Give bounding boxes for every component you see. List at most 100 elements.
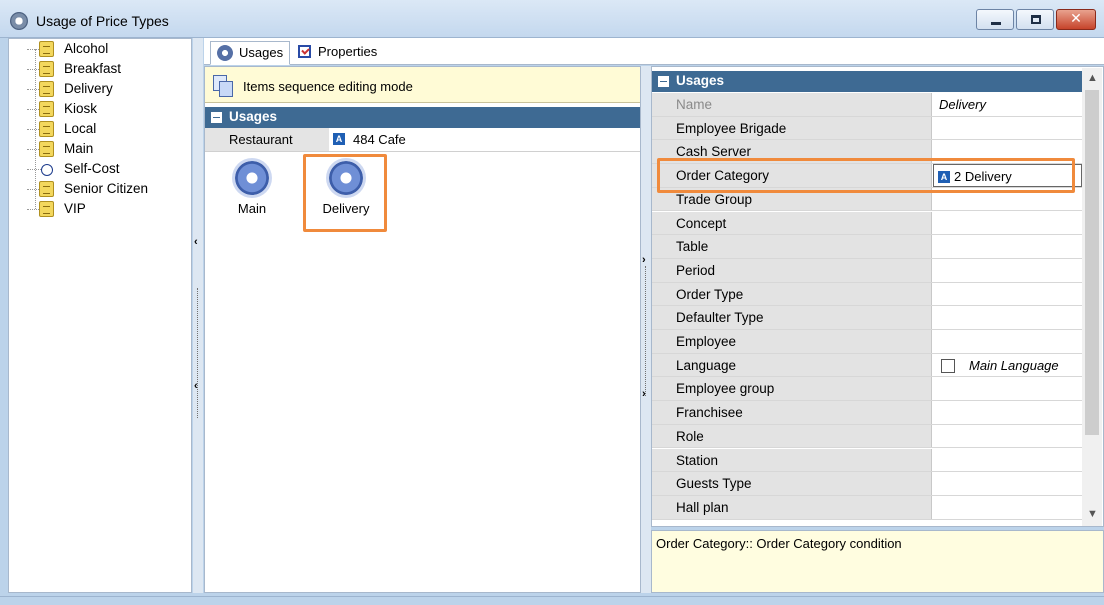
prop-row-table[interactable]: Table (652, 235, 1082, 259)
prop-row-language[interactable]: Language Main Language (652, 353, 1082, 378)
sequence-mode-text: Items sequence editing mode (243, 79, 413, 94)
prop-value[interactable] (933, 283, 1082, 306)
delivery-highlight (303, 154, 387, 232)
prop-name: Language (652, 353, 932, 377)
tree-item-vip[interactable]: VIP (9, 199, 189, 219)
property-grid[interactable]: Usages Name Delivery Employee Brigade Ca… (651, 66, 1104, 527)
prop-row-role[interactable]: Role (652, 424, 1082, 449)
tab-strip: Usages Properties (204, 38, 1104, 65)
prop-row-name[interactable]: Name Delivery (652, 93, 1082, 117)
prop-row-station[interactable]: Station (652, 448, 1082, 473)
prop-row-employee-brigade[interactable]: Employee Brigade (652, 116, 1082, 141)
prop-value[interactable] (933, 377, 1082, 400)
maximize-icon (1031, 15, 1041, 24)
tree-item-label: Breakfast (64, 61, 122, 76)
title-bar: Usage of Price Types ✕ (0, 0, 1104, 38)
prop-row-hall-plan[interactable]: Hall plan (652, 495, 1082, 520)
price-type-icon (39, 181, 54, 197)
tab-properties[interactable]: Properties (290, 41, 383, 65)
prop-value[interactable] (933, 117, 1082, 140)
prop-value[interactable] (933, 306, 1082, 329)
collapse-left-icon-2[interactable]: ‹ (194, 380, 198, 392)
prop-value[interactable] (933, 212, 1082, 235)
prop-value[interactable] (933, 449, 1082, 472)
prop-value[interactable] (933, 235, 1082, 258)
gear-icon (217, 45, 233, 61)
tree-item-label: Local (64, 121, 97, 136)
property-description: Order Category:: Order Category conditio… (651, 530, 1104, 593)
prop-name: Franchisee (652, 401, 932, 424)
property-grid-scrollbar[interactable]: ▲ ▼ (1082, 68, 1102, 526)
window-title: Usage of Price Types (36, 13, 169, 29)
prop-row-defaulter-type[interactable]: Defaulter Type (652, 306, 1082, 330)
right-splitter[interactable]: › › (641, 66, 651, 593)
prop-row-guests-type[interactable]: Guests Type (652, 472, 1082, 496)
tree-item-self-cost[interactable]: Self-Cost (9, 159, 189, 179)
grid-section-header[interactable]: Usages (652, 71, 1082, 92)
prop-name: Role (652, 424, 932, 448)
tab-usages-label: Usages (239, 45, 284, 60)
window-bottom-edge (0, 596, 1104, 605)
tree-item-label: Kiosk (64, 101, 98, 116)
prop-row-employee-group[interactable]: Employee group (652, 377, 1082, 402)
scroll-down-icon[interactable]: ▼ (1087, 508, 1098, 520)
tree-item-label: Alcohol (64, 41, 109, 56)
scroll-thumb[interactable] (1085, 90, 1099, 435)
expand-right-icon[interactable]: › (642, 254, 646, 266)
left-splitter[interactable]: ‹ ‹ (193, 38, 203, 593)
prop-name: Hall plan (652, 495, 932, 519)
scroll-up-icon[interactable]: ▲ (1087, 72, 1098, 84)
prop-value[interactable] (933, 496, 1082, 519)
expand-right-icon-2[interactable]: › (642, 388, 646, 400)
price-type-icon (39, 201, 54, 217)
prop-name: Name (652, 93, 932, 116)
tab-usages[interactable]: Usages (210, 41, 291, 65)
price-types-tree[interactable]: Alcohol Breakfast Delivery Kiosk Local M… (8, 38, 192, 593)
language-value[interactable]: Main Language (933, 354, 1082, 377)
tree-item-delivery[interactable]: Delivery (9, 79, 189, 99)
usages-section-header[interactable]: Usages (205, 107, 640, 128)
collapse-icon[interactable] (658, 76, 669, 87)
prop-name: Employee Brigade (652, 116, 932, 140)
prop-row-franchisee[interactable]: Franchisee (652, 401, 1082, 425)
grid-section-title: Usages (676, 73, 725, 88)
tree-item-kiosk[interactable]: Kiosk (9, 99, 189, 119)
prop-value[interactable] (933, 401, 1082, 424)
maximize-button[interactable] (1016, 9, 1054, 30)
prop-value[interactable] (933, 472, 1082, 495)
collapse-left-icon[interactable]: ‹ (194, 236, 198, 248)
tree-item-breakfast[interactable]: Breakfast (9, 59, 189, 79)
splitter-grip (197, 288, 198, 418)
usage-tile-main[interactable]: Main (217, 157, 287, 217)
prop-name: Defaulter Type (652, 306, 932, 329)
tree-item-local[interactable]: Local (9, 119, 189, 139)
section-title: Usages (229, 109, 278, 124)
prop-row-period[interactable]: Period (652, 258, 1082, 283)
sequence-mode-bar[interactable]: Items sequence editing mode (205, 67, 640, 103)
prop-name: Employee (652, 330, 932, 353)
close-button[interactable]: ✕ (1056, 9, 1096, 30)
collapse-icon[interactable] (211, 112, 222, 123)
main-language-label: Main Language (969, 357, 1059, 373)
minimize-button[interactable] (976, 9, 1014, 30)
tree-item-main[interactable]: Main (9, 139, 189, 159)
price-type-icon (39, 41, 54, 57)
prop-row-order-type[interactable]: Order Type (652, 282, 1082, 307)
main-language-checkbox[interactable] (941, 358, 955, 373)
restaurant-value[interactable]: A 484 Cafe (333, 128, 406, 151)
tree-item-senior-citizen[interactable]: Senior Citizen (9, 179, 189, 199)
tree-item-alcohol[interactable]: Alcohol (9, 39, 189, 59)
prop-value[interactable] (933, 330, 1082, 353)
prop-value[interactable] (933, 259, 1082, 282)
prop-value[interactable]: Delivery (933, 93, 1082, 116)
usage-gear-icon (235, 161, 269, 195)
prop-row-concept[interactable]: Concept (652, 211, 1082, 236)
price-type-icon (39, 141, 54, 157)
prop-name: Period (652, 258, 932, 282)
prop-row-employee[interactable]: Employee (652, 330, 1082, 354)
tree-item-label: VIP (64, 201, 86, 216)
prop-value[interactable] (933, 425, 1082, 448)
prop-name: Order Type (652, 282, 932, 306)
restaurant-row[interactable]: Restaurant A 484 Cafe (205, 128, 640, 152)
prop-name: Employee group (652, 377, 932, 401)
